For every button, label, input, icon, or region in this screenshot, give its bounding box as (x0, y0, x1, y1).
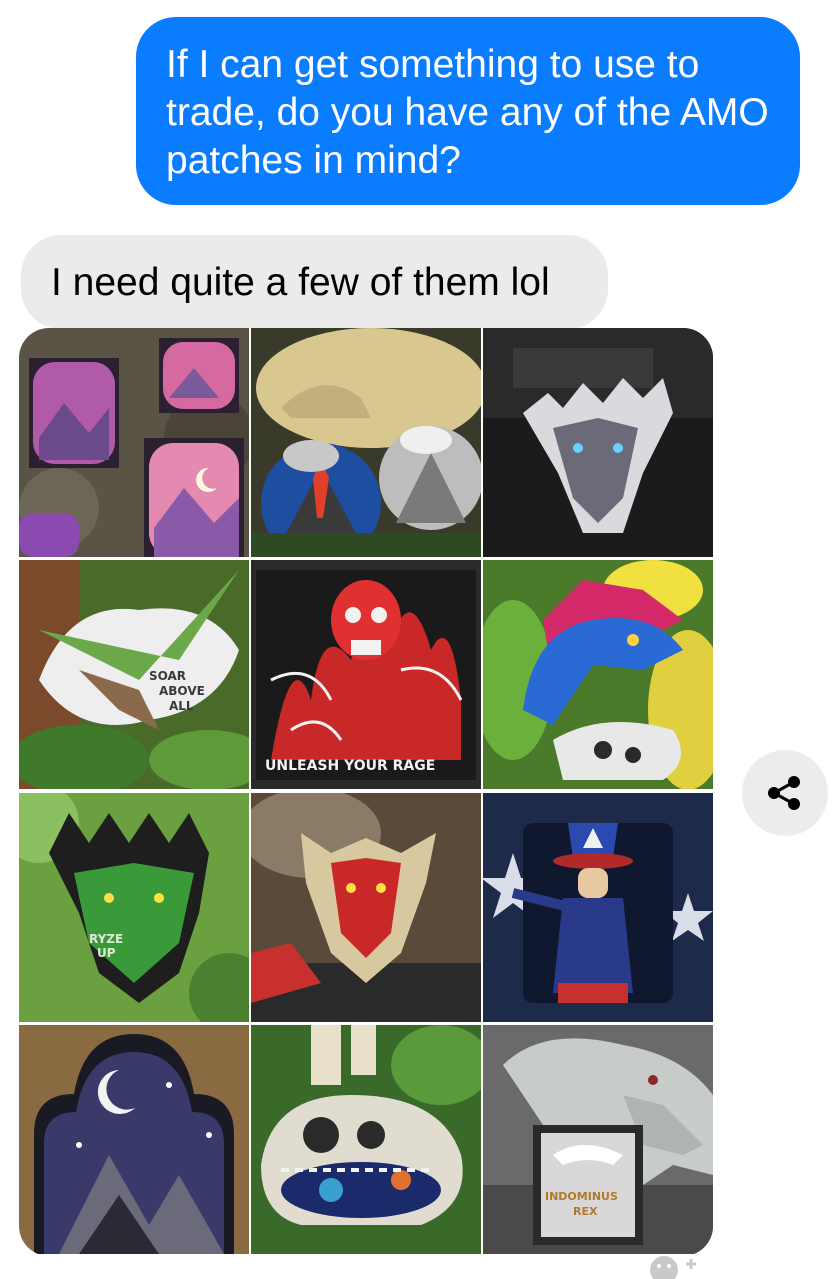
indominus-rex-image: INDOMINUS REX (483, 1025, 713, 1254)
svg-text:ABOVE: ABOVE (159, 684, 205, 698)
svg-text:UP: UP (97, 946, 116, 960)
pterodactyl-patch-lettering: SOAR (149, 669, 186, 683)
dino-skull-space-patch-image (251, 1025, 481, 1254)
gallery-photo-11[interactable] (251, 1025, 481, 1254)
svg-text:REX: REX (573, 1205, 598, 1218)
night-mountain-paw-patch-image (19, 1025, 249, 1254)
gallery-photo-10[interactable] (19, 1025, 249, 1254)
gallery-photo-5[interactable]: UNLEASH YOUR RAGE (251, 560, 481, 789)
gallery-photo-8[interactable] (251, 793, 481, 1022)
incoming-message-bubble[interactable]: I need quite a few of them lol (21, 235, 608, 329)
svg-text:RYZE: RYZE (89, 932, 123, 946)
green-dragon-patch-image: RYZE UP (19, 793, 249, 1022)
gallery-photo-9[interactable] (483, 793, 713, 1022)
gallery-photo-12[interactable]: INDOMINUS REX (483, 1025, 713, 1254)
outgoing-message-bubble[interactable]: If I can get something to use to trade, … (136, 17, 800, 205)
paw-patches-image (19, 328, 249, 557)
photo-gallery: SOAR ABOVE ALL UNLEASH YOUR RAGE RYZE UP… (19, 328, 713, 1256)
svg-text:UNLEASH YOUR RAGE: UNLEASH YOUR RAGE (265, 758, 435, 774)
share-button[interactable] (742, 750, 828, 836)
add-reaction-icon (650, 1256, 696, 1279)
gallery-photo-7[interactable]: RYZE UP (19, 793, 249, 1022)
svg-text:INDOMINUS: INDOMINUS (545, 1190, 618, 1203)
pterodactyl-patch-image: SOAR ABOVE ALL (19, 560, 249, 789)
gallery-photo-6[interactable] (483, 560, 713, 789)
uncle-sam-patch-image (483, 793, 713, 1022)
gallery-photo-3[interactable] (483, 328, 713, 557)
add-reaction-button[interactable] (646, 1252, 706, 1279)
incoming-message-text: I need quite a few of them lol (51, 261, 550, 304)
share-icon (768, 776, 800, 810)
gallery-photo-1[interactable] (19, 328, 249, 557)
svg-text:ALL: ALL (169, 699, 194, 713)
gallery-photo-2[interactable] (251, 328, 481, 557)
dragon-head-patch-image (483, 328, 713, 557)
volcano-patches-image (251, 328, 481, 557)
gallery-photo-4[interactable]: SOAR ABOVE ALL (19, 560, 249, 789)
outgoing-message-text: If I can get something to use to trade, … (166, 43, 769, 182)
red-dragon-patch-image (251, 793, 481, 1022)
flaming-skull-patch-image: UNLEASH YOUR RAGE (251, 560, 481, 789)
raptor-patch-image (483, 560, 713, 789)
